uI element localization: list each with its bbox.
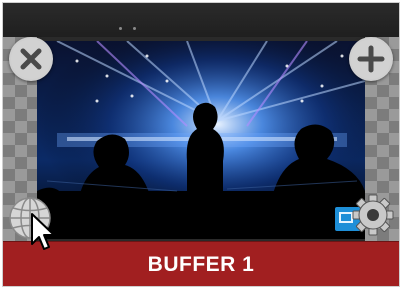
- drag-dot: [119, 27, 122, 30]
- close-icon: [11, 39, 51, 79]
- source-settings-button[interactable]: [335, 191, 397, 241]
- drag-dot: [133, 27, 136, 30]
- tile-top-bar: [3, 3, 399, 37]
- gear-icon: [352, 194, 394, 236]
- source-label-bar: BUFFER 1: [3, 241, 399, 286]
- buffer-source-tile[interactable]: BUFFER 1: [2, 2, 400, 287]
- remove-source-button[interactable]: [9, 37, 53, 81]
- preview-thumbnail[interactable]: [37, 41, 365, 239]
- plus-icon: [351, 39, 391, 79]
- mouse-cursor-icon: [31, 213, 55, 250]
- add-source-button[interactable]: [349, 37, 393, 81]
- source-title: BUFFER 1: [147, 253, 255, 276]
